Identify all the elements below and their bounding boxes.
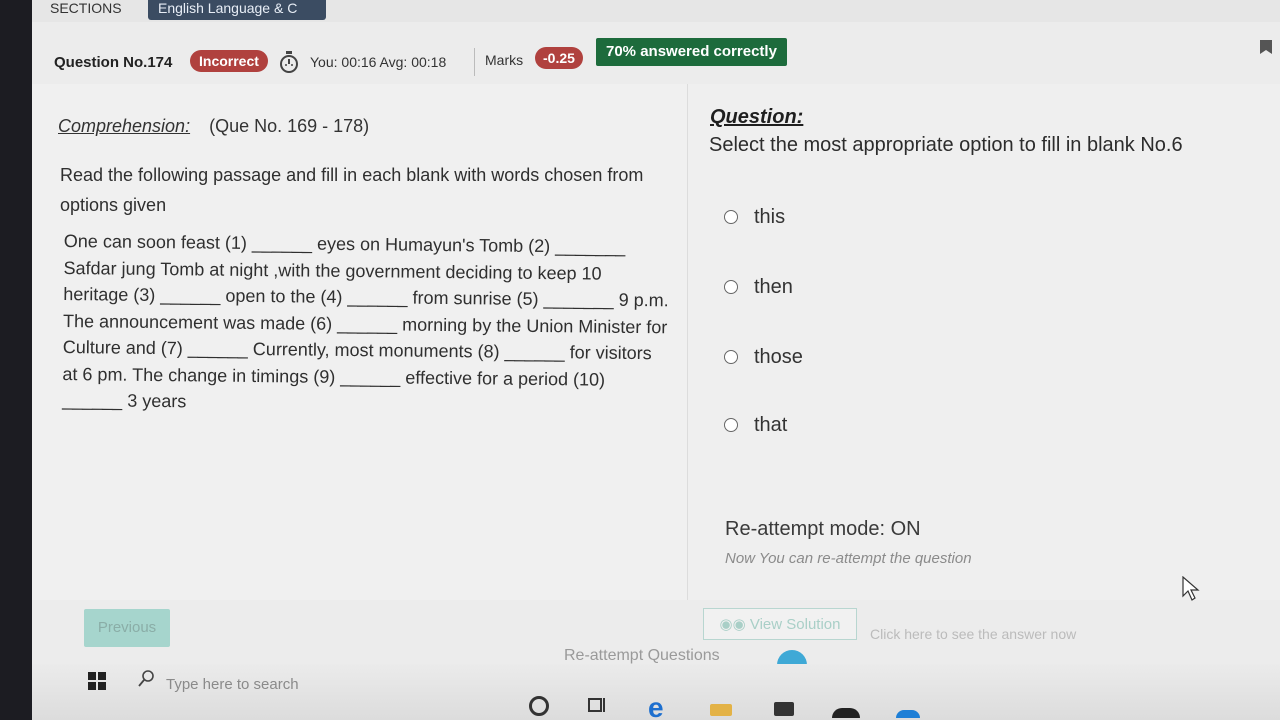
question-header: Question No.174 Incorrect You: 00:16 Avg… xyxy=(32,36,1280,80)
answered-correctly-badge: 70% answered correctly xyxy=(596,38,787,66)
instructions-text: Read the following passage and fill in e… xyxy=(60,165,644,215)
taskbar-search-input[interactable]: Type here to search xyxy=(166,676,299,693)
view-solution-button[interactable]: ◉◉ View Solution xyxy=(703,608,857,640)
option-label: that xyxy=(754,413,788,436)
question-panel: Question: Select the most appropriate op… xyxy=(687,84,1280,600)
task-view-icon[interactable] xyxy=(588,696,606,714)
option-4[interactable]: that xyxy=(724,412,787,438)
previous-button[interactable]: Previous xyxy=(84,609,170,647)
sections-label: SECTIONS xyxy=(50,0,122,16)
mouse-cursor-icon xyxy=(1182,576,1200,601)
view-solution-label: View Solution xyxy=(749,616,841,633)
option-1[interactable]: this xyxy=(724,204,785,230)
app-icon-blue[interactable] xyxy=(896,710,920,718)
comprehension-header: Comprehension: (Que No. 169 - 178) xyxy=(58,116,369,137)
search-icon xyxy=(138,670,154,687)
marks-badge: -0.25 xyxy=(535,47,583,69)
section-tab-english[interactable]: English Language & C xyxy=(148,0,326,20)
exam-screen: SECTIONS English Language & C Question N… xyxy=(32,0,1280,720)
option-label: then xyxy=(754,275,793,298)
edge-browser-icon[interactable]: e xyxy=(648,694,664,720)
passage-text: One can soon feast (1) ______ eyes on Hu… xyxy=(62,230,669,412)
time-stats: You: 00:16 Avg: 00:18 xyxy=(310,54,447,70)
comprehension-link[interactable]: Comprehension: xyxy=(58,116,190,136)
radio-button[interactable] xyxy=(724,418,738,432)
windows-start-icon[interactable] xyxy=(88,672,106,690)
store-icon[interactable] xyxy=(774,702,794,716)
sections-bar: SECTIONS English Language & C xyxy=(32,0,1280,22)
option-2[interactable]: then xyxy=(724,274,793,300)
stopwatch-icon xyxy=(280,51,298,73)
question-text: Select the most appropriate option to fi… xyxy=(709,134,1183,156)
cortana-icon[interactable] xyxy=(529,696,549,716)
header-divider xyxy=(474,48,475,76)
radio-button[interactable] xyxy=(724,280,738,294)
question-heading: Question: xyxy=(710,106,804,128)
question-range: (Que No. 169 - 178) xyxy=(209,116,370,136)
reattempt-mode-subtitle: Now You can re-attempt the question xyxy=(725,550,972,567)
app-icon[interactable] xyxy=(832,708,860,718)
option-3[interactable]: those xyxy=(724,344,803,370)
comprehension-panel: Comprehension: (Que No. 169 - 178) Read … xyxy=(32,84,687,600)
reattempt-mode-title: Re-attempt mode: ON xyxy=(725,518,921,540)
view-solution-hint: Click here to see the answer now xyxy=(870,626,1077,642)
question-number: Question No.174 xyxy=(54,54,173,71)
status-badge: Incorrect xyxy=(190,50,268,72)
radio-button[interactable] xyxy=(724,210,738,224)
option-label: this xyxy=(754,205,786,228)
file-explorer-icon[interactable] xyxy=(710,704,732,716)
option-label: those xyxy=(754,345,803,368)
bookmark-icon[interactable] xyxy=(1260,40,1272,54)
reattempt-questions-link[interactable]: Re-attempt Questions xyxy=(564,647,720,665)
radio-button[interactable] xyxy=(724,350,738,364)
marks-label: Marks xyxy=(485,52,524,68)
eye-icon: ◉◉ xyxy=(719,616,750,633)
taskbar: Type here to search e xyxy=(32,664,1280,720)
